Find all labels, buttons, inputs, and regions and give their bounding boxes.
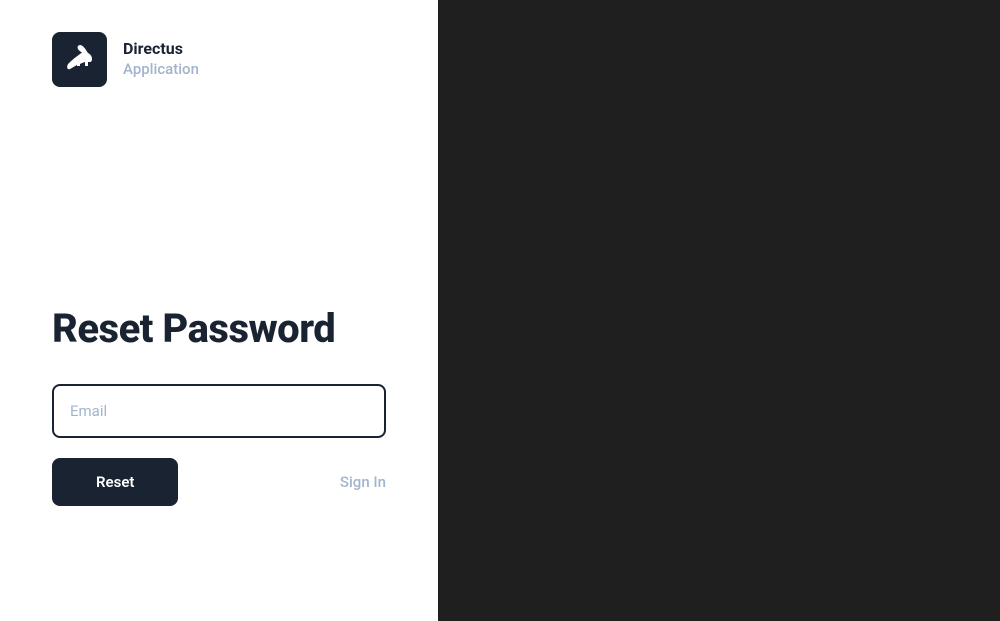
project-subtitle: Application: [123, 60, 199, 80]
main-content: Reset Password Reset Sign In: [52, 305, 386, 506]
project-info: Directus Application: [123, 39, 199, 79]
header: Directus Application: [52, 32, 386, 87]
email-field[interactable]: [52, 384, 386, 438]
actions-row: Reset Sign In: [52, 458, 386, 506]
background-art-panel: [438, 0, 1000, 621]
reset-button[interactable]: Reset: [52, 458, 178, 506]
sign-in-link[interactable]: Sign In: [340, 473, 386, 491]
page-title: Reset Password: [52, 305, 386, 352]
project-name: Directus: [123, 39, 199, 60]
rabbit-icon: [62, 40, 98, 80]
project-logo: [52, 32, 107, 87]
auth-panel: Directus Application Reset Password Rese…: [0, 0, 438, 621]
